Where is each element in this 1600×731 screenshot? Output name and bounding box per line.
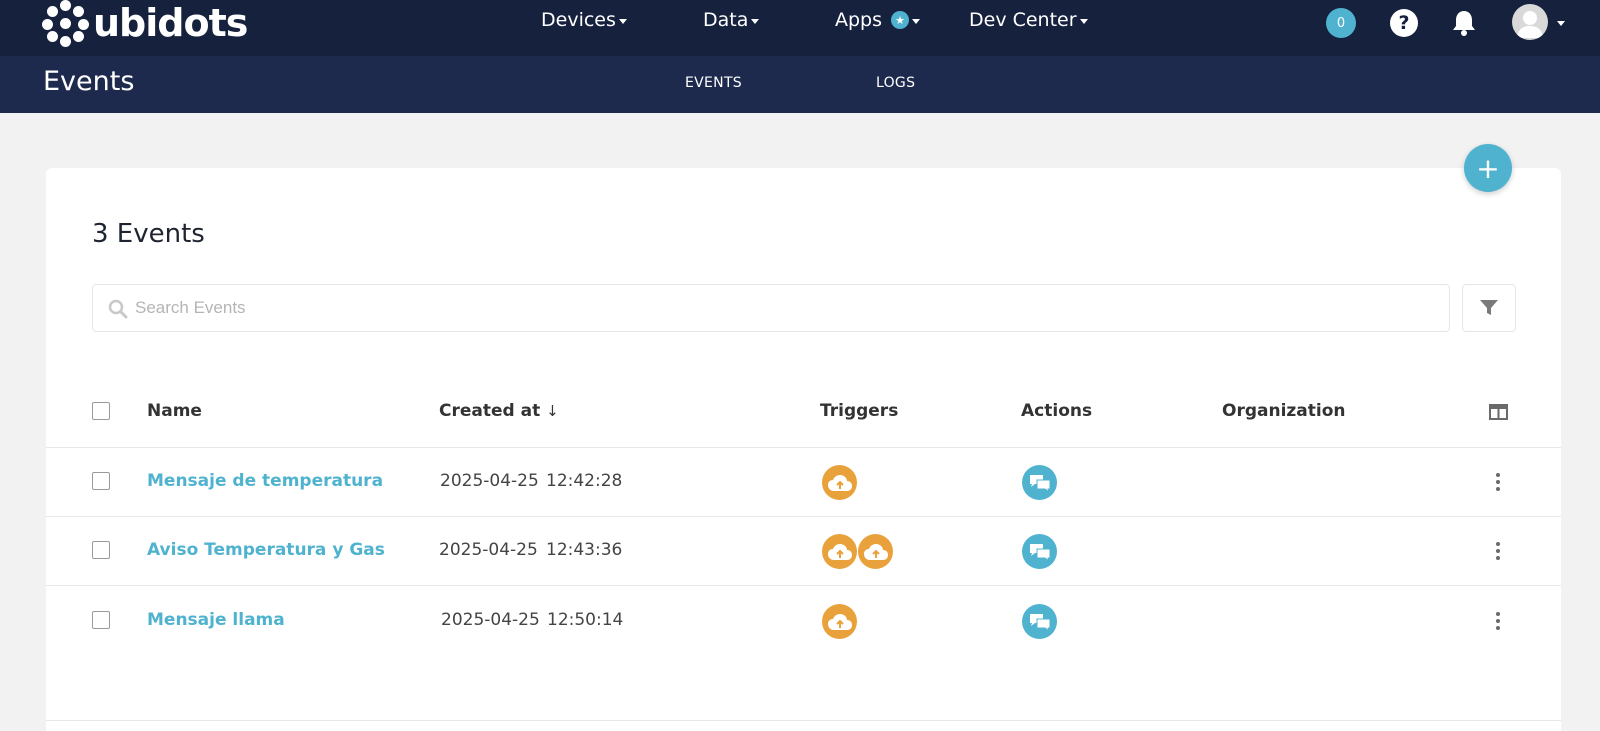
- cloud-upload-icon[interactable]: [858, 534, 893, 569]
- tab-logs[interactable]: LOGS: [876, 75, 915, 91]
- row-divider: [46, 516, 1561, 517]
- row-divider: [46, 585, 1561, 586]
- top-navbar: ubidots Devices Data Apps ★ Dev Center 0…: [0, 0, 1600, 56]
- column-header-name[interactable]: Name: [147, 401, 202, 421]
- nav-devices[interactable]: Devices: [541, 9, 627, 31]
- chevron-down-icon: [618, 18, 627, 24]
- event-created-date: 2025-04-25: [441, 610, 540, 630]
- column-header-organization: Organization: [1222, 401, 1346, 421]
- help-icon[interactable]: ?: [1390, 9, 1418, 37]
- column-header-created-at-label: Created at: [439, 401, 541, 421]
- cloud-upload-icon[interactable]: [822, 465, 857, 500]
- row-checkbox[interactable]: [92, 472, 110, 490]
- event-name-link[interactable]: Mensaje llama: [147, 610, 285, 630]
- notification-count-badge[interactable]: 0: [1326, 8, 1356, 38]
- event-name-link[interactable]: Aviso Temperatura y Gas: [147, 540, 385, 560]
- search-box: [92, 284, 1450, 332]
- bell-icon[interactable]: [1451, 9, 1477, 37]
- row-menu-icon[interactable]: [1488, 611, 1508, 631]
- row-checkbox[interactable]: [92, 541, 110, 559]
- column-header-actions: Actions: [1021, 401, 1093, 421]
- nav-dev-center[interactable]: Dev Center: [969, 9, 1088, 31]
- filter-button[interactable]: [1462, 284, 1516, 332]
- nav-data-label: Data: [703, 9, 749, 31]
- event-created-date: 2025-04-25: [440, 471, 539, 491]
- columns-icon[interactable]: [1489, 404, 1508, 420]
- chat-bubbles-icon[interactable]: [1022, 604, 1057, 639]
- chat-bubbles-icon[interactable]: [1022, 465, 1057, 500]
- nav-devices-label: Devices: [541, 9, 616, 31]
- chevron-down-icon: [751, 18, 760, 24]
- nav-apps[interactable]: Apps ★: [835, 9, 921, 31]
- row-divider: [46, 447, 1561, 448]
- chevron-down-icon: [1079, 18, 1088, 24]
- events-card: [46, 168, 1561, 731]
- nav-data[interactable]: Data: [703, 9, 760, 31]
- user-avatar[interactable]: [1512, 4, 1548, 40]
- event-name-link[interactable]: Mensaje de temperatura: [147, 471, 383, 491]
- chat-bubbles-icon[interactable]: [1022, 534, 1057, 569]
- nav-apps-label: Apps: [835, 9, 883, 31]
- chevron-down-icon: [912, 18, 921, 24]
- tab-events[interactable]: EVENTS: [685, 75, 742, 91]
- logo-text: ubidots: [93, 0, 248, 45]
- event-created-time: 12:43:36: [546, 540, 623, 560]
- search-icon: [108, 299, 128, 319]
- cloud-upload-icon[interactable]: [822, 604, 857, 639]
- user-menu-chevron-icon[interactable]: [1557, 21, 1565, 26]
- ubidots-logo[interactable]: ubidots: [42, 0, 248, 47]
- event-created-date: 2025-04-25: [439, 540, 538, 560]
- column-header-triggers: Triggers: [820, 401, 899, 421]
- page-title: Events: [43, 66, 135, 97]
- select-all-checkbox[interactable]: [92, 402, 110, 420]
- star-icon: ★: [891, 11, 910, 29]
- row-menu-icon[interactable]: [1488, 472, 1508, 492]
- add-event-button[interactable]: +: [1464, 144, 1512, 192]
- event-created-time: 12:50:14: [547, 610, 624, 630]
- cloud-upload-icon[interactable]: [822, 534, 857, 569]
- event-created-time: 12:42:28: [546, 471, 623, 491]
- sort-arrow-icon: ↓: [546, 402, 559, 420]
- nav-dev-center-label: Dev Center: [969, 9, 1077, 31]
- filter-icon: [1480, 300, 1498, 315]
- events-count-heading: 3 Events: [92, 219, 205, 249]
- logo-dots-icon: [42, 0, 89, 47]
- table-footer-divider: [46, 720, 1561, 721]
- row-checkbox[interactable]: [92, 611, 110, 629]
- search-input[interactable]: [135, 285, 1435, 331]
- row-menu-icon[interactable]: [1488, 541, 1508, 561]
- page-header: Events EVENTS LOGS: [0, 56, 1600, 113]
- column-header-created-at[interactable]: Created at ↓: [439, 401, 559, 421]
